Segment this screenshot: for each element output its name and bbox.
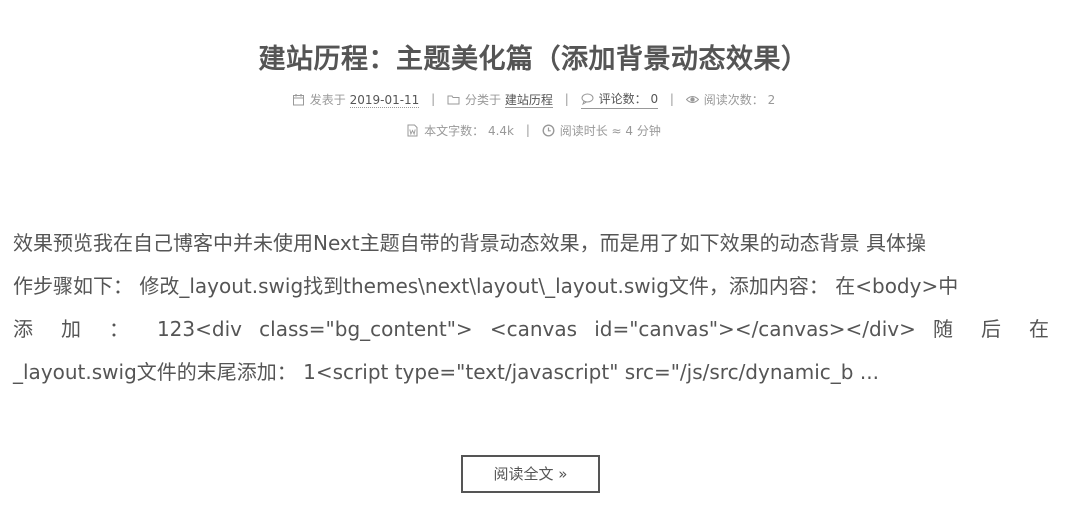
read-more-button[interactable]: 阅读全文 »: [461, 455, 600, 493]
readtime-label: 阅读时长 ≈: [559, 123, 622, 138]
category-link[interactable]: 建站历程: [504, 92, 553, 108]
readtime-value: 4 分钟: [625, 123, 661, 138]
comment-icon: [581, 93, 594, 105]
meta-divider: |: [525, 123, 530, 137]
excerpt-line: 效果预览我在自己博客中并未使用Next主题自带的背景动态效果，而是用了如下效果的…: [13, 231, 926, 255]
word-count: 本文字数： 4.4k: [406, 122, 514, 140]
file-word-icon: [407, 124, 418, 136]
post-meta-secondary: 本文字数： 4.4k | 阅读时长 ≈ 4 分钟: [0, 121, 1067, 140]
post-views: 阅读次数： 2: [685, 91, 776, 109]
clock-icon: [542, 123, 555, 137]
meta-divider: |: [431, 92, 436, 106]
meta-divider: |: [564, 92, 569, 106]
meta-divider: |: [669, 92, 674, 106]
posted-on: 发表于 2019-01-11: [292, 91, 420, 109]
posted-date[interactable]: 2019-01-11: [349, 92, 420, 108]
comments-count-link[interactable]: 评论数： 0: [580, 90, 659, 109]
calendar-icon: [292, 93, 304, 105]
read-time: 阅读时长 ≈ 4 分钟: [542, 122, 661, 140]
wordcount-value: 4.4k: [487, 123, 515, 138]
excerpt-line: 作步骤如下： 修改_layout.swig找到themes\next\layou…: [13, 274, 959, 298]
views-label: 阅读次数：: [703, 92, 764, 107]
post-title[interactable]: 建站历程：主题美化篇（添加背景动态效果）: [0, 40, 1067, 80]
category-label: 分类于: [465, 92, 502, 107]
post-meta: 发表于 2019-01-11 | 分类于 建站历程 | 评论数： 0 | 阅读次…: [0, 90, 1067, 109]
excerpt-line: _layout.swig文件的末尾添加： 1<script type="text…: [13, 360, 879, 384]
excerpt-line: 添 加 ： 123<div class="bg_content"> <canva…: [13, 317, 1049, 341]
views-count: 2: [767, 92, 776, 107]
folder-icon: [447, 95, 460, 104]
comments-count: 0: [650, 92, 659, 106]
eye-icon: [685, 95, 699, 103]
post-excerpt: 效果预览我在自己博客中并未使用Next主题自带的背景动态效果，而是用了如下效果的…: [13, 222, 1049, 394]
comments-label: 评论数：: [598, 92, 647, 106]
posted-label: 发表于: [309, 92, 346, 107]
post-category: 分类于 建站历程: [447, 91, 553, 109]
wordcount-label: 本文字数：: [424, 123, 485, 138]
